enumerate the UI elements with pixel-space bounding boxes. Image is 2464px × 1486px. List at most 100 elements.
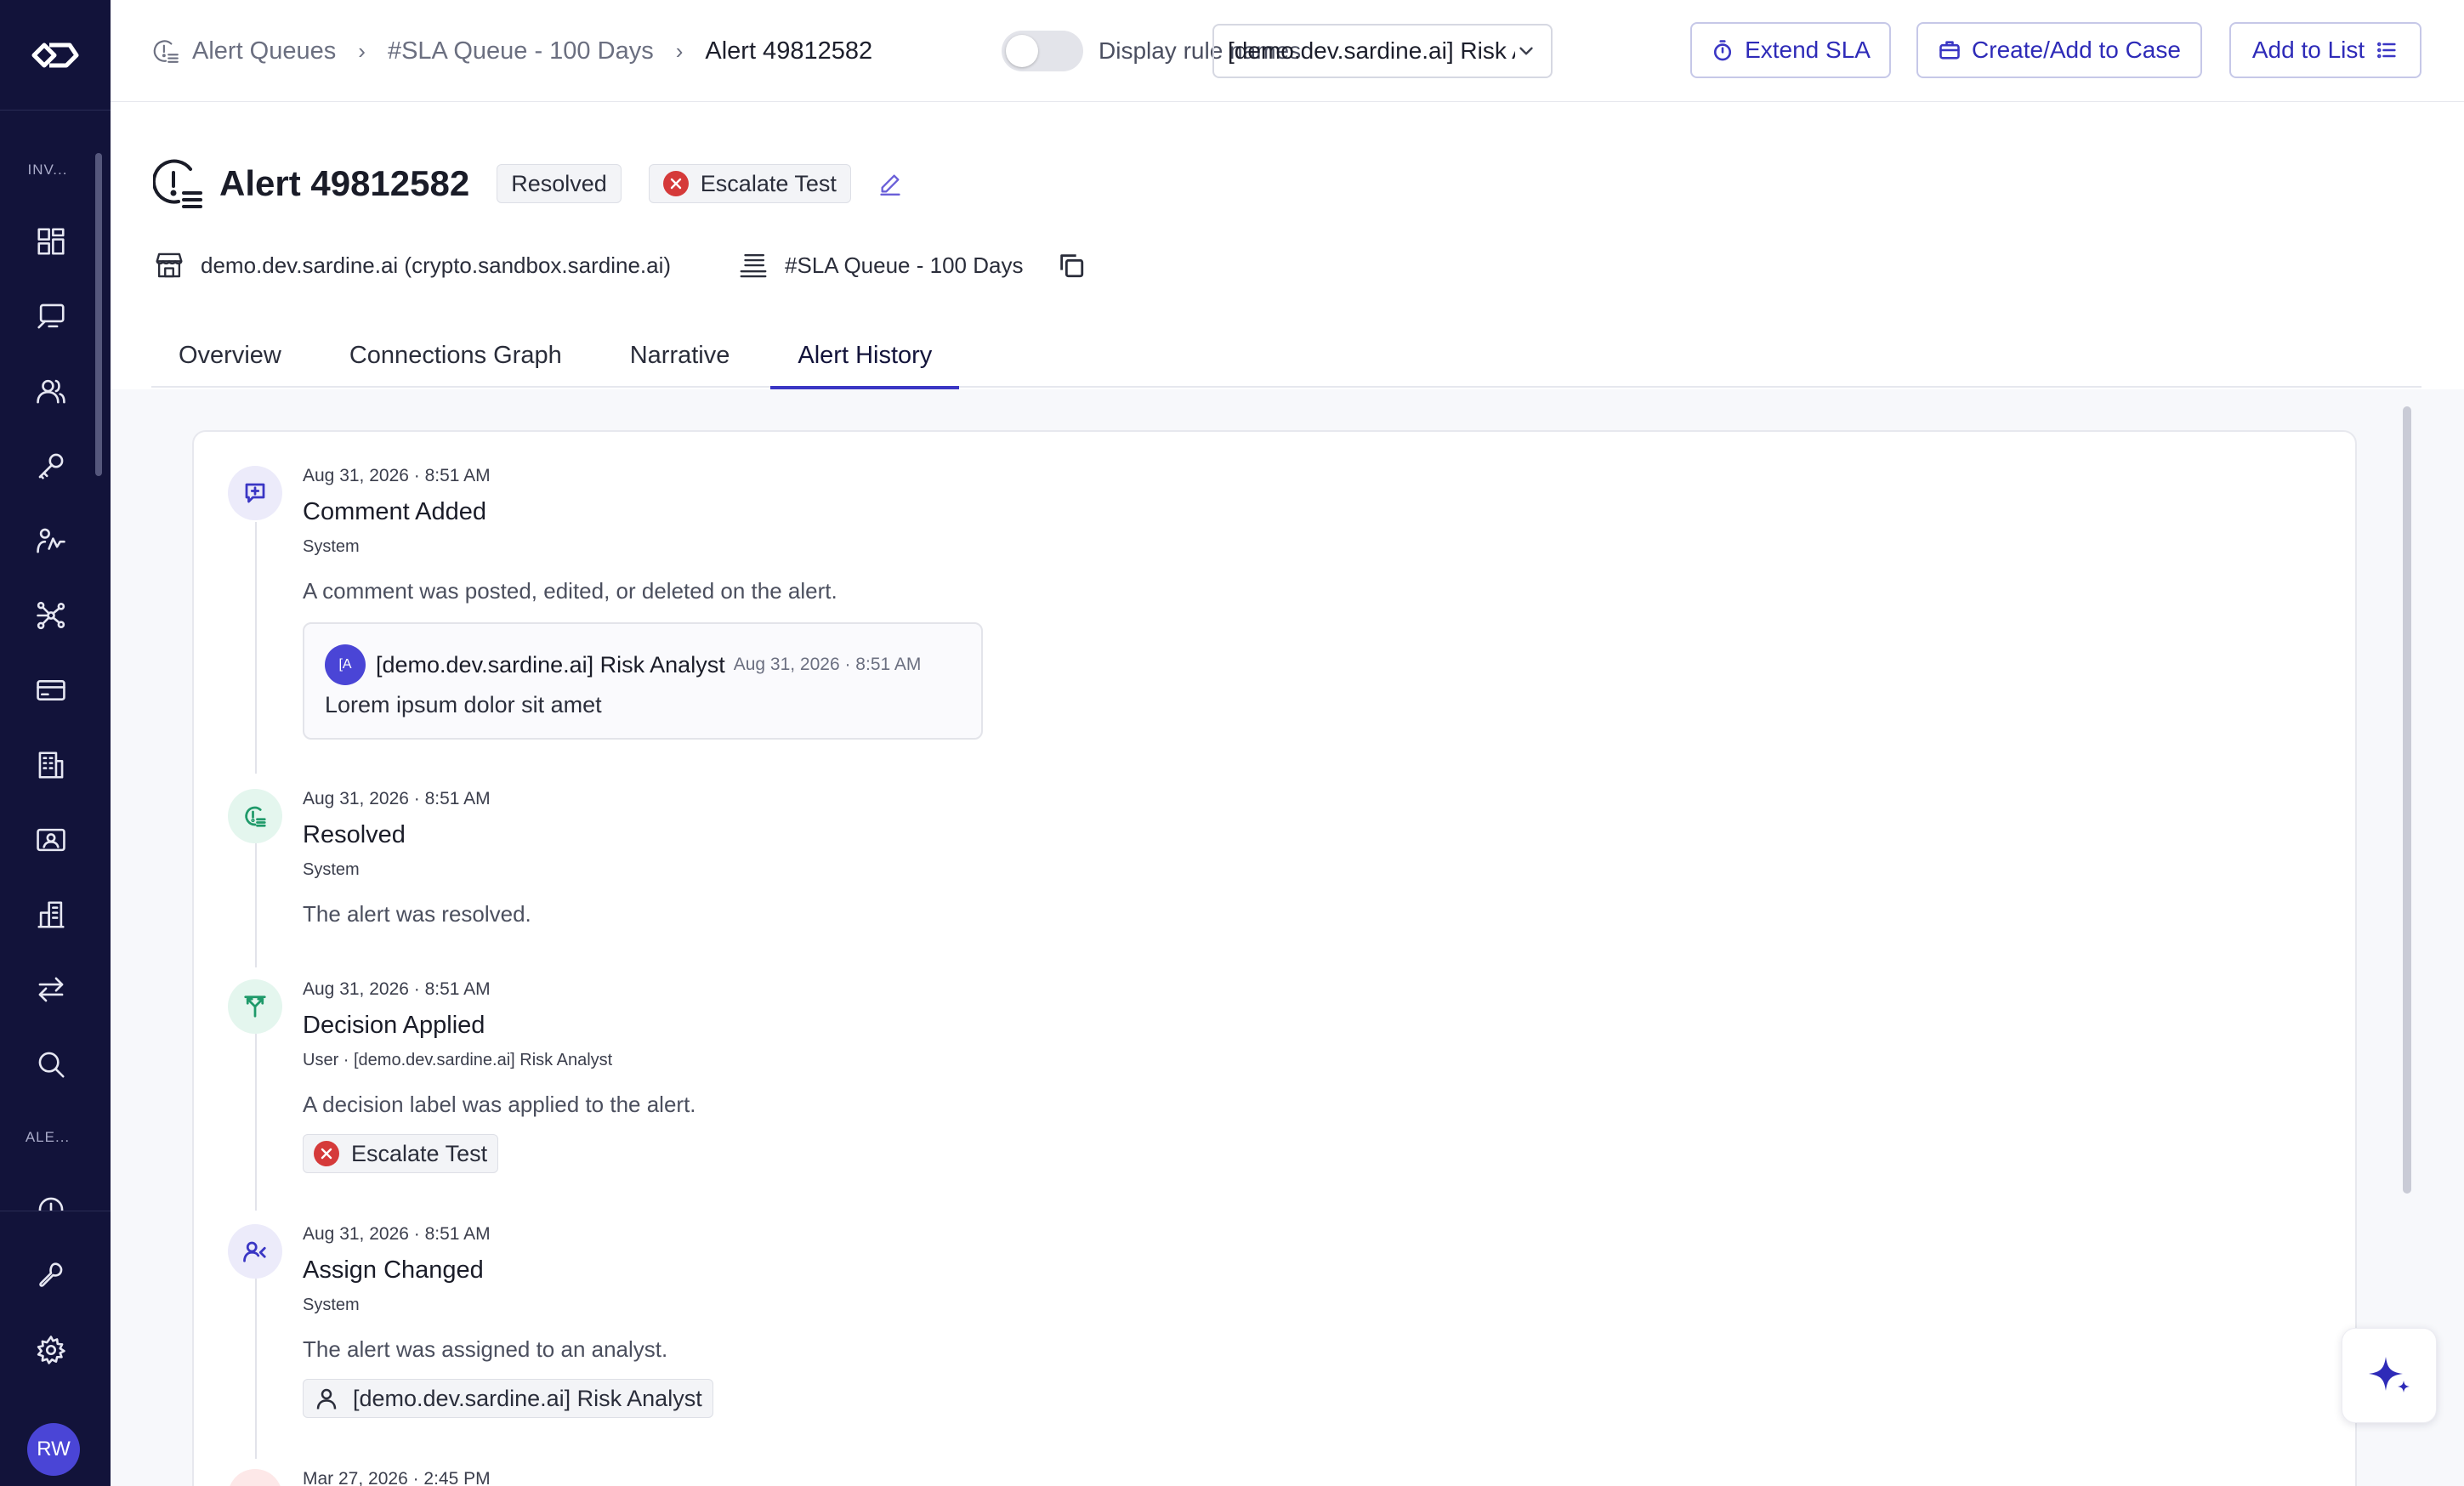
event-title: Resolved (303, 821, 406, 848)
content-scrollbar[interactable] (2403, 406, 2411, 1194)
analyst-role-select[interactable]: [demo.dev.sardine.ai] Risk Analyst (1212, 24, 1553, 78)
event-body: Aug 31, 2026 · 8:51 AM Assign Changed Sy… (303, 1224, 1323, 1418)
decision-chip-label: Escalate Test (351, 1140, 488, 1166)
nav-users[interactable] (26, 366, 77, 417)
add-to-list-button[interactable]: Add to List (2229, 22, 2421, 78)
comment-card: [A [demo.dev.sardine.ai] Risk Analyst Au… (303, 622, 983, 740)
add-to-list-label: Add to List (2251, 37, 2365, 63)
key-icon (38, 453, 64, 479)
nav-tools[interactable] (26, 1250, 77, 1301)
logo-icon (31, 43, 79, 67)
nav-merchants[interactable] (26, 889, 77, 940)
list-icon (2377, 42, 2396, 59)
alert-icon (153, 159, 202, 208)
decision-badge-label: Escalate Test (700, 170, 837, 196)
assignee-chip-label: [demo.dev.sardine.ai] Risk Analyst (353, 1385, 702, 1411)
create-add-case-button[interactable]: Create/Add to Case (1916, 22, 2202, 78)
ai-assistant-button[interactable] (2342, 1328, 2437, 1423)
tab-overview[interactable]: Overview (151, 323, 309, 388)
event-title: Comment Added (303, 498, 487, 525)
chevron-right-icon: › (358, 37, 366, 64)
toggle-knob (1006, 35, 1038, 67)
comment-plus-icon (245, 483, 265, 503)
event-time: Aug 31, 2026 · 8:51 AM (303, 466, 491, 485)
alert-queue-icon (153, 40, 179, 63)
nav-settings[interactable] (26, 1324, 77, 1375)
alert-meta-row: demo.dev.sardine.ai (crypto.sandbox.sard… (153, 243, 1086, 287)
event-body: Aug 31, 2026 · 8:51 AM Comment Added Sys… (303, 466, 1323, 740)
sidebar-scrollbar[interactable] (95, 153, 102, 476)
nav-identity[interactable] (26, 814, 77, 865)
pencil-icon[interactable] (878, 172, 902, 196)
event-description: The alert was assigned to an analyst. (303, 1336, 668, 1362)
tab-connections-graph[interactable]: Connections Graph (322, 323, 589, 388)
event-icon-wrap (228, 1224, 282, 1279)
nav-monitor[interactable] (26, 291, 77, 342)
user-avatar[interactable]: RW (27, 1423, 80, 1476)
alert-tabs: Overview Connections Graph Narrative Ale… (151, 323, 2421, 389)
page-title: Alert 49812582 (219, 163, 470, 203)
app-logo[interactable] (0, 0, 111, 111)
status-badge: Resolved (497, 164, 622, 203)
wrench-icon (39, 1262, 63, 1287)
event-icon-wrap (228, 789, 282, 843)
chevron-down-icon (1519, 47, 1533, 55)
comment-author-avatar: [A (325, 644, 366, 685)
section-label-investigations: INV... (27, 162, 68, 178)
event-time: Aug 31, 2026 · 8:51 AM (303, 789, 491, 808)
merchant-label: demo.dev.sardine.ai (crypto.sandbox.sard… (201, 252, 672, 278)
monitor-icon (37, 303, 65, 329)
nav-keys[interactable] (26, 440, 77, 491)
event-body: Aug 31, 2026 · 8:51 AM Decision Applied … (303, 979, 1323, 1173)
dashboard-icon (37, 228, 65, 255)
event-title: Decision Applied (303, 1012, 485, 1039)
tab-narrative[interactable]: Narrative (603, 323, 758, 388)
nav-analytics[interactable] (26, 515, 77, 566)
nav-search[interactable] (26, 1039, 77, 1090)
event-actor: System (303, 860, 360, 879)
event-icon-wrap (228, 979, 282, 1034)
event-icon-wrap (228, 466, 282, 520)
select-value: [demo.dev.sardine.ai] Risk Analyst (1228, 37, 1515, 64)
id-card-icon (37, 828, 65, 852)
display-rule-names-toggle[interactable] (1002, 31, 1083, 71)
event-body: Aug 31, 2026 · 8:51 AM Resolved System T… (303, 789, 1323, 932)
event-description: A comment was posted, edited, or deleted… (303, 578, 837, 604)
credit-card-icon (37, 680, 65, 700)
tab-alert-history[interactable]: Alert History (770, 323, 960, 389)
event-time: Mar 27, 2026 · 2:45 PM (303, 1469, 491, 1486)
briefcase-icon (1939, 41, 1960, 60)
section-label-alerts: ALE... (25, 1129, 71, 1145)
stopwatch-icon (1714, 40, 1732, 61)
person-icon (316, 1388, 337, 1409)
event-description: A decision label was applied to the aler… (303, 1092, 696, 1117)
event-title: Assign Changed (303, 1256, 484, 1284)
transfer-icon (38, 977, 64, 1002)
breadcrumb-alert-queues[interactable]: Alert Queues (192, 37, 336, 65)
nav-transactions[interactable] (26, 964, 77, 1015)
alert-title-row: Alert 49812582 Resolved Escalate Test (153, 153, 902, 214)
nav-alert-queues[interactable] (26, 1182, 77, 1211)
extend-sla-label: Extend SLA (1745, 37, 1871, 63)
gear-icon (37, 1336, 65, 1364)
extend-sla-button[interactable]: Extend SLA (1690, 22, 1891, 78)
comment-text: Lorem ipsum dolor sit amet (325, 692, 602, 717)
create-add-case-label: Create/Add to Case (1972, 37, 2181, 63)
decision-chip: Escalate Test (303, 1134, 499, 1173)
nav-dashboard[interactable] (26, 216, 77, 267)
sparkle-icon (2369, 1357, 2410, 1392)
sidebar: INV... ALE... RW (0, 0, 111, 1486)
timeline-connector (255, 522, 257, 774)
network-icon (37, 601, 65, 630)
copy-icon[interactable] (1057, 251, 1086, 280)
nav-businesses[interactable] (26, 740, 77, 791)
queue-icon (740, 253, 767, 278)
breadcrumb-queue[interactable]: #SLA Queue - 100 Days (388, 37, 654, 65)
users-icon (37, 379, 65, 404)
event-time: Aug 31, 2026 · 8:51 AM (303, 1224, 491, 1244)
top-header: Alert Queues › #SLA Queue - 100 Days › A… (111, 0, 2464, 102)
breadcrumb: Alert Queues › #SLA Queue - 100 Days › A… (151, 32, 872, 70)
nav-network[interactable] (26, 590, 77, 641)
nav-cards[interactable] (26, 665, 77, 716)
queue-label: #SLA Queue - 100 Days (785, 252, 1024, 278)
